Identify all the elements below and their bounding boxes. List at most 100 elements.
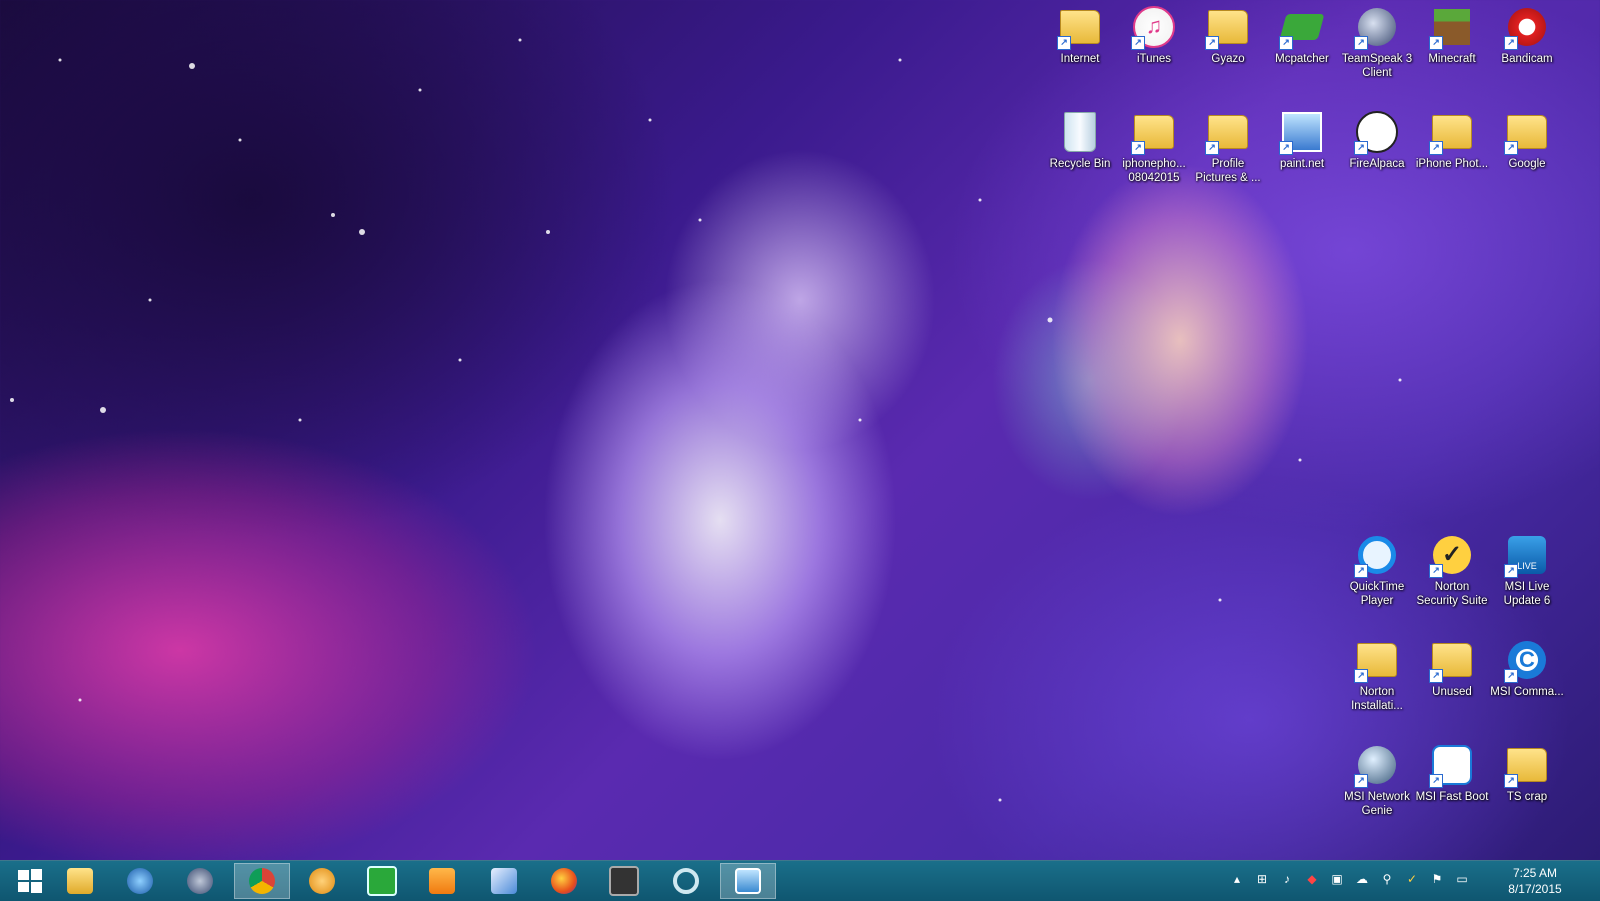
- taskbar-movie-maker[interactable]: [596, 863, 652, 899]
- shortcut-arrow-icon: ↗: [1354, 564, 1368, 578]
- shortcut-arrow-icon: ↗: [1057, 36, 1071, 50]
- notepad-icon: [491, 868, 517, 894]
- teamspeak-icon: ↗: [1354, 6, 1398, 50]
- chrome-icon: [249, 868, 275, 894]
- desktop-icon-recycle-bin[interactable]: Recycle Bin: [1042, 105, 1118, 205]
- desktop-icon-label: MSI Comma...: [1490, 686, 1564, 698]
- desktop-icon-label: QuickTime Player: [1349, 581, 1405, 607]
- msi-fastboot-icon: ↗: [1429, 744, 1473, 788]
- desktop-icon-ts-crap[interactable]: ↗ TS crap: [1489, 738, 1565, 838]
- taskbar-photo-viewer[interactable]: [720, 863, 776, 899]
- desktop-icon-label: paint.net: [1279, 158, 1325, 170]
- desktop-icon-itunes[interactable]: ♫ ↗ iTunes: [1116, 0, 1192, 100]
- folder-icon: ↗: [1205, 6, 1249, 50]
- desktop-icon-internet[interactable]: ↗ Internet: [1042, 0, 1118, 100]
- system-tray: ▴ ⊞ ♪ ◆ ▣ ☁ ⚲ ✓ ⚑ ▭: [1229, 871, 1470, 887]
- show-hidden-icons-icon[interactable]: ▴: [1229, 871, 1245, 887]
- desktop-icon-minecraft[interactable]: ↗ Minecraft: [1414, 0, 1490, 100]
- desktop-icon-google[interactable]: ↗ Google: [1489, 105, 1565, 205]
- desktop-icon-norton-security-suite[interactable]: ✓ ↗ Norton Security Suite: [1414, 528, 1490, 628]
- tray-app-icon[interactable]: ◆: [1304, 871, 1320, 887]
- tray-msi-icon[interactable]: ▣: [1329, 871, 1345, 887]
- network-icon[interactable]: ⚲: [1379, 871, 1395, 887]
- taskbar-media-player[interactable]: [414, 863, 470, 899]
- desktop-icon-iphonepho-08042015[interactable]: ↗ iphonepho... 08042015: [1116, 105, 1192, 205]
- desktop-icon-teamspeak-3-client[interactable]: ↗ TeamSpeak 3 Client: [1339, 0, 1415, 100]
- desktop-icon-label: Bandicam: [1501, 53, 1553, 65]
- desktop-icon-label: iPhone Phot...: [1415, 158, 1489, 170]
- taskbar-chrome[interactable]: [234, 863, 290, 899]
- itunes-icon: ♫ ↗: [1131, 6, 1175, 50]
- desktop-icon-label: MSI Live Update 6: [1503, 581, 1551, 607]
- shortcut-arrow-icon: ↗: [1131, 141, 1145, 155]
- shortcut-arrow-icon: ↗: [1205, 141, 1219, 155]
- photo-viewer-icon: [735, 868, 761, 894]
- recycle-bin-icon: [1059, 111, 1101, 153]
- norton-tray-icon[interactable]: ✓: [1404, 871, 1420, 887]
- teamspeak-icon: [187, 868, 213, 894]
- taskbar: ▴ ⊞ ♪ ◆ ▣ ☁ ⚲ ✓ ⚑ ▭ 7:25 AM 8/17/2015: [0, 860, 1600, 901]
- desktop-icon-quicktime-player[interactable]: ↗ QuickTime Player: [1339, 528, 1415, 628]
- desktop-icon-msi-fast-boot[interactable]: ↗ MSI Fast Boot: [1414, 738, 1490, 838]
- taskbar-teamspeak[interactable]: [172, 863, 228, 899]
- clock[interactable]: 7:25 AM 8/17/2015: [1490, 865, 1580, 897]
- msi-network-icon: ↗: [1354, 744, 1398, 788]
- shortcut-arrow-icon: ↗: [1131, 36, 1145, 50]
- desktop-icon-label: Unused: [1432, 686, 1472, 698]
- desktop-icon-msi-network-genie[interactable]: ↗ MSI Network Genie: [1339, 738, 1415, 838]
- desktop-icon-norton-installati[interactable]: ↗ Norton Installati...: [1339, 633, 1415, 733]
- folder-icon: ↗: [1131, 111, 1175, 155]
- desktop-icon-profile-pictures[interactable]: ↗ Profile Pictures & ...: [1190, 105, 1266, 205]
- desktop-icon-mcpatcher[interactable]: ↗ Mcpatcher: [1264, 0, 1340, 100]
- norton-icon: ✓ ↗: [1429, 534, 1473, 578]
- shortcut-arrow-icon: ↗: [1354, 669, 1368, 683]
- desktop-icon-msi-live-update-6[interactable]: LIVE ↗ MSI Live Update 6: [1489, 528, 1565, 628]
- movie-maker-icon: [609, 866, 639, 896]
- minecraft-icon: ↗: [1429, 6, 1473, 50]
- folder-icon: ↗: [1057, 6, 1101, 50]
- desktop-icon-label: Norton Installati...: [1351, 686, 1403, 712]
- desktop-icon-label: Minecraft: [1428, 53, 1476, 65]
- desktop-icon-label: TS crap: [1506, 791, 1548, 803]
- taskbar-file-explorer[interactable]: [52, 863, 108, 899]
- desktop-icon-label: Norton Security Suite: [1416, 581, 1488, 607]
- shortcut-arrow-icon: ↗: [1429, 669, 1443, 683]
- desktop-icon-unused[interactable]: ↗ Unused: [1414, 633, 1490, 733]
- desktop-icon-iphone-phot[interactable]: ↗ iPhone Phot...: [1414, 105, 1490, 205]
- desktop-icon-msi-comma[interactable]: C ↗ MSI Comma...: [1489, 633, 1565, 733]
- windows-flag-icon[interactable]: ⊞: [1254, 871, 1270, 887]
- shortcut-arrow-icon: ↗: [1354, 36, 1368, 50]
- circle-app-icon: [673, 868, 699, 894]
- display-icon[interactable]: ▭: [1454, 871, 1470, 887]
- desktop-icon-label: FireAlpaca: [1349, 158, 1405, 170]
- volume-icon[interactable]: ♪: [1279, 871, 1295, 887]
- shortcut-arrow-icon: ↗: [1429, 564, 1443, 578]
- msi-live-update-icon: LIVE ↗: [1504, 534, 1548, 578]
- thunderbird-icon: [127, 868, 153, 894]
- taskbar-thunderbird[interactable]: [112, 863, 168, 899]
- desktop-icon-gyazo[interactable]: ↗ Gyazo: [1190, 0, 1266, 100]
- taskbar-notepad[interactable]: [476, 863, 532, 899]
- taskbar-trillian[interactable]: [294, 863, 350, 899]
- quicktime-icon: ↗: [1354, 534, 1398, 578]
- desktop-icon-paint-net[interactable]: ↗ paint.net: [1264, 105, 1340, 205]
- taskbar-firefox[interactable]: [536, 863, 592, 899]
- action-center-icon[interactable]: ⚑: [1429, 871, 1445, 887]
- shortcut-arrow-icon: ↗: [1354, 141, 1368, 155]
- onedrive-icon[interactable]: ☁: [1354, 871, 1370, 887]
- desktop-icon-bandicam[interactable]: ↗ Bandicam: [1489, 0, 1565, 100]
- shortcut-arrow-icon: ↗: [1504, 141, 1518, 155]
- desktop-icon-label: MSI Fast Boot: [1415, 791, 1489, 803]
- folder-icon: ↗: [1354, 639, 1398, 683]
- firealpaca-icon: ↗: [1354, 111, 1398, 155]
- shortcut-arrow-icon: ↗: [1205, 36, 1219, 50]
- paintnet-icon: ↗: [1279, 111, 1323, 155]
- file-explorer-icon: [67, 868, 93, 894]
- start-button[interactable]: [2, 863, 58, 899]
- taskbar-circle-app[interactable]: [658, 863, 714, 899]
- taskbar-calculator[interactable]: [354, 863, 410, 899]
- desktop-icon-firealpaca[interactable]: ↗ FireAlpaca: [1339, 105, 1415, 205]
- desktop-icon-label: iTunes: [1136, 53, 1172, 65]
- folder-icon: ↗: [1205, 111, 1249, 155]
- firefox-icon: [551, 868, 577, 894]
